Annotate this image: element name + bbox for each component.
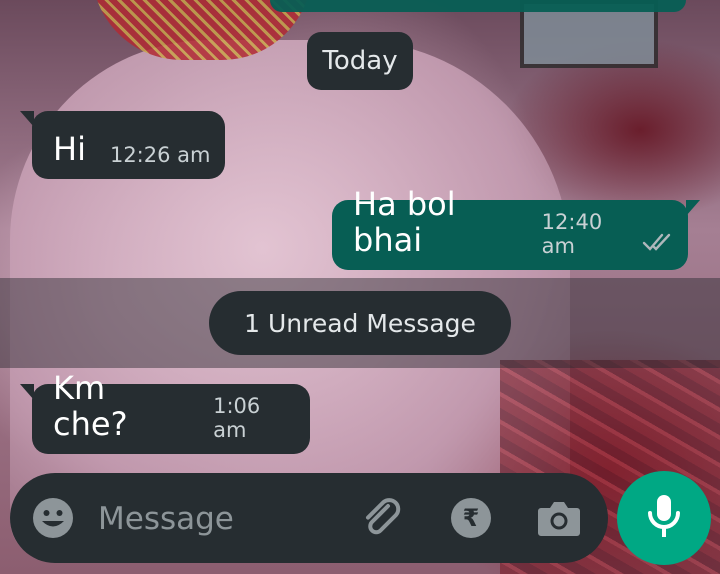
previous-message-bubble[interactable] — [270, 0, 686, 12]
camera-icon[interactable] — [537, 473, 581, 563]
voice-record-button[interactable] — [617, 471, 711, 565]
message-time: 12:40 am — [541, 210, 603, 258]
date-chip: Today — [307, 32, 413, 90]
message-text: Km che? — [53, 369, 128, 443]
wallpaper-frame — [520, 0, 658, 68]
message-text: Hi — [53, 130, 86, 168]
message-input[interactable] — [96, 493, 350, 545]
message-bubble-incoming[interactable]: Hi 12:26 am — [20, 111, 225, 179]
message-time: 12:26 am — [109, 143, 211, 167]
message-bubble-incoming[interactable]: Km che? 1:06 am — [20, 370, 310, 454]
unread-messages-chip: 1 Unread Message — [209, 291, 511, 355]
message-bubble-outgoing[interactable]: Ha bol bhai 12:40 am — [332, 186, 700, 270]
svg-text:₹: ₹ — [463, 504, 480, 532]
attachment-icon[interactable] — [358, 473, 406, 563]
message-text: Ha bol bhai — [353, 185, 456, 259]
message-composer: ₹ — [10, 473, 608, 563]
wallpaper-cap — [92, 0, 312, 60]
message-time: 1:06 am — [213, 394, 261, 442]
bubble-tail — [20, 384, 34, 400]
emoji-icon[interactable] — [32, 473, 74, 563]
bubble-tail — [20, 111, 34, 127]
unread-messages-label: 1 Unread Message — [244, 308, 476, 338]
mic-icon — [646, 493, 682, 543]
read-double-check-icon — [642, 232, 672, 256]
bubble-tail — [686, 200, 700, 216]
rupee-payment-icon[interactable]: ₹ — [450, 473, 492, 563]
date-chip-label: Today — [322, 46, 398, 76]
